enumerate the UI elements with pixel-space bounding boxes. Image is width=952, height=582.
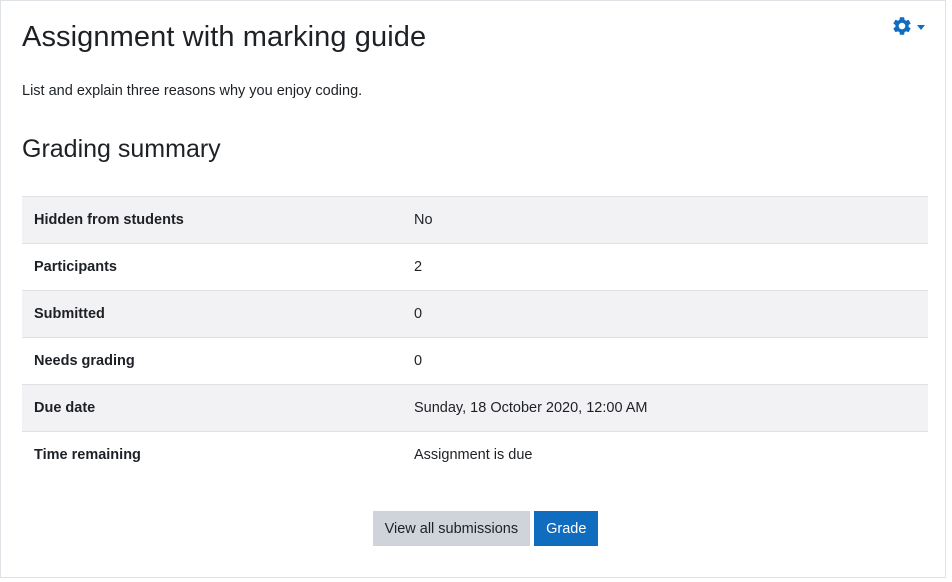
summary-value: 0 [414,353,423,369]
summary-label: Due date [34,400,96,416]
summary-label: Needs grading [34,353,135,369]
assignment-intro: List and explain three reasons why you e… [22,83,363,99]
summary-value: Sunday, 18 October 2020, 12:00 AM [414,400,648,416]
grading-summary-table: Hidden from students No Participants 2 S… [22,196,928,479]
summary-value: No [414,212,433,228]
gear-icon [893,17,911,35]
summary-value: 0 [414,306,423,322]
summary-label: Participants [34,259,117,275]
summary-label: Time remaining [34,447,141,463]
caret-down-icon [917,24,925,30]
grading-actions: View all submissions Grade [1,511,947,546]
summary-row-time-remaining: Time remaining Assignment is due [22,431,928,479]
main-region: Assignment with marking guide List and e… [0,0,946,578]
summary-row-participants: Participants 2 [22,243,928,291]
summary-row-due-date: Due date Sunday, 18 October 2020, 12:00 … [22,384,928,432]
summary-label: Submitted [34,306,105,322]
grading-summary-heading: Grading summary [22,135,221,163]
summary-value: Assignment is due [414,447,533,463]
summary-row-hidden: Hidden from students No [22,196,928,244]
grade-button[interactable]: Grade [534,511,599,546]
summary-row-needs-grading: Needs grading 0 [22,337,928,385]
settings-menu-toggle[interactable] [891,15,925,37]
page-title: Assignment with marking guide [22,21,427,53]
summary-row-submitted: Submitted 0 [22,290,928,338]
view-all-submissions-button[interactable]: View all submissions [372,511,531,546]
summary-value: 2 [414,259,423,275]
summary-label: Hidden from students [34,212,184,228]
